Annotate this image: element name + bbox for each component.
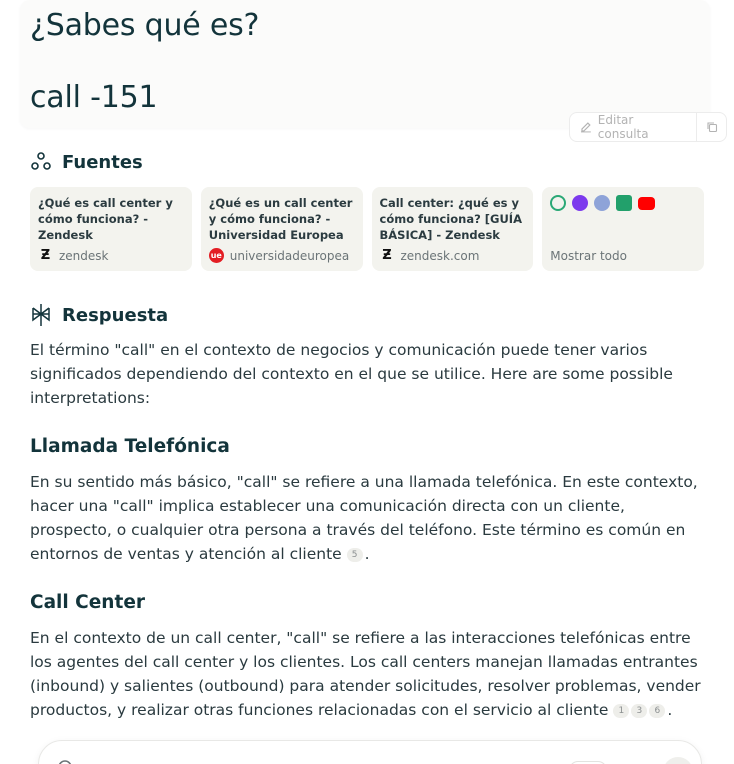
section-title: Call Center [30, 592, 145, 613]
followup-input[interactable] [38, 740, 702, 764]
citation-badge[interactable]: 6 [649, 703, 666, 718]
zendesk-favicon-icon: Ƶ [382, 248, 392, 263]
recycle-favicon-icon [550, 195, 567, 211]
citation-badge[interactable]: 5 [346, 547, 363, 562]
source-title: ¿Qué es un call center y cómo funciona? … [208, 196, 353, 242]
universidadeuropea-favicon-icon: ue [208, 248, 224, 263]
more-sources-icons [550, 195, 696, 211]
sources-heading-label: Fuentes [62, 151, 143, 173]
globe-favicon-icon [594, 195, 611, 211]
youtube-favicon-icon [638, 197, 656, 210]
source-card[interactable]: Call center: ¿qué es y cómo funciona? [G… [371, 187, 534, 271]
source-site: Ƶ zendesk [38, 248, 109, 263]
sources-list: ¿Qué es call center y cómo funciona? - Z… [30, 187, 704, 271]
purple-favicon-icon [572, 195, 589, 211]
answer-logo-icon [32, 304, 50, 326]
source-site: ue universidadeuropea [208, 248, 350, 263]
copy-button[interactable] [696, 113, 726, 141]
green-favicon-icon [616, 195, 633, 211]
sources-icon [31, 152, 51, 170]
query-text: call -151 [30, 80, 158, 115]
answer-heading: Respuesta [30, 303, 168, 327]
section-body: En el contexto de un call center, "call"… [30, 629, 701, 719]
search-icon [58, 760, 72, 764]
show-all-sources-card[interactable]: Mostrar todo [542, 187, 704, 271]
source-card[interactable]: ¿Qué es call center y cómo funciona? - Z… [30, 187, 192, 271]
query-actions: Editar consulta [569, 112, 727, 142]
edit-query-label: Editar consulta [597, 113, 649, 141]
answer-intro: El término "call" en el contexto de nego… [30, 341, 673, 407]
query-title: ¿Sabes qué es? [30, 8, 260, 43]
sources-heading: Fuentes [30, 151, 143, 173]
source-title: Call center: ¿qué es y cómo funciona? [G… [379, 196, 522, 242]
query-card: ¿Sabes qué es? call -151 [20, 0, 710, 128]
copy-icon [707, 122, 717, 133]
section-body: En su sentido más básico, "call" se refi… [30, 473, 698, 563]
source-site: Ƶ zendesk.com [380, 248, 480, 263]
source-card[interactable]: ¿Qué es un call center y cómo funciona? … [200, 187, 363, 271]
zendesk-favicon-icon: Ƶ [40, 248, 51, 263]
source-site-label: zendesk.com [400, 248, 480, 263]
section-text: En su sentido más básico, "call" se refi… [30, 473, 698, 563]
answer-heading-label: Respuesta [62, 304, 169, 326]
section-text: En el contexto de un call center, "call"… [30, 629, 701, 719]
citation-badge[interactable]: 3 [631, 703, 648, 718]
citation-badge[interactable]: 1 [613, 703, 630, 718]
source-title: ¿Qué es call center y cómo funciona? - Z… [38, 196, 173, 242]
source-site-label: universidadeuropea [229, 248, 350, 263]
section-title: Llamada Telefónica [30, 436, 230, 457]
source-site-label: zendesk [59, 248, 109, 263]
submit-button[interactable] [663, 757, 693, 764]
edit-query-button[interactable]: Editar consulta [570, 113, 696, 141]
show-all-label: Mostrar todo [550, 249, 627, 263]
edit-icon [580, 122, 591, 133]
